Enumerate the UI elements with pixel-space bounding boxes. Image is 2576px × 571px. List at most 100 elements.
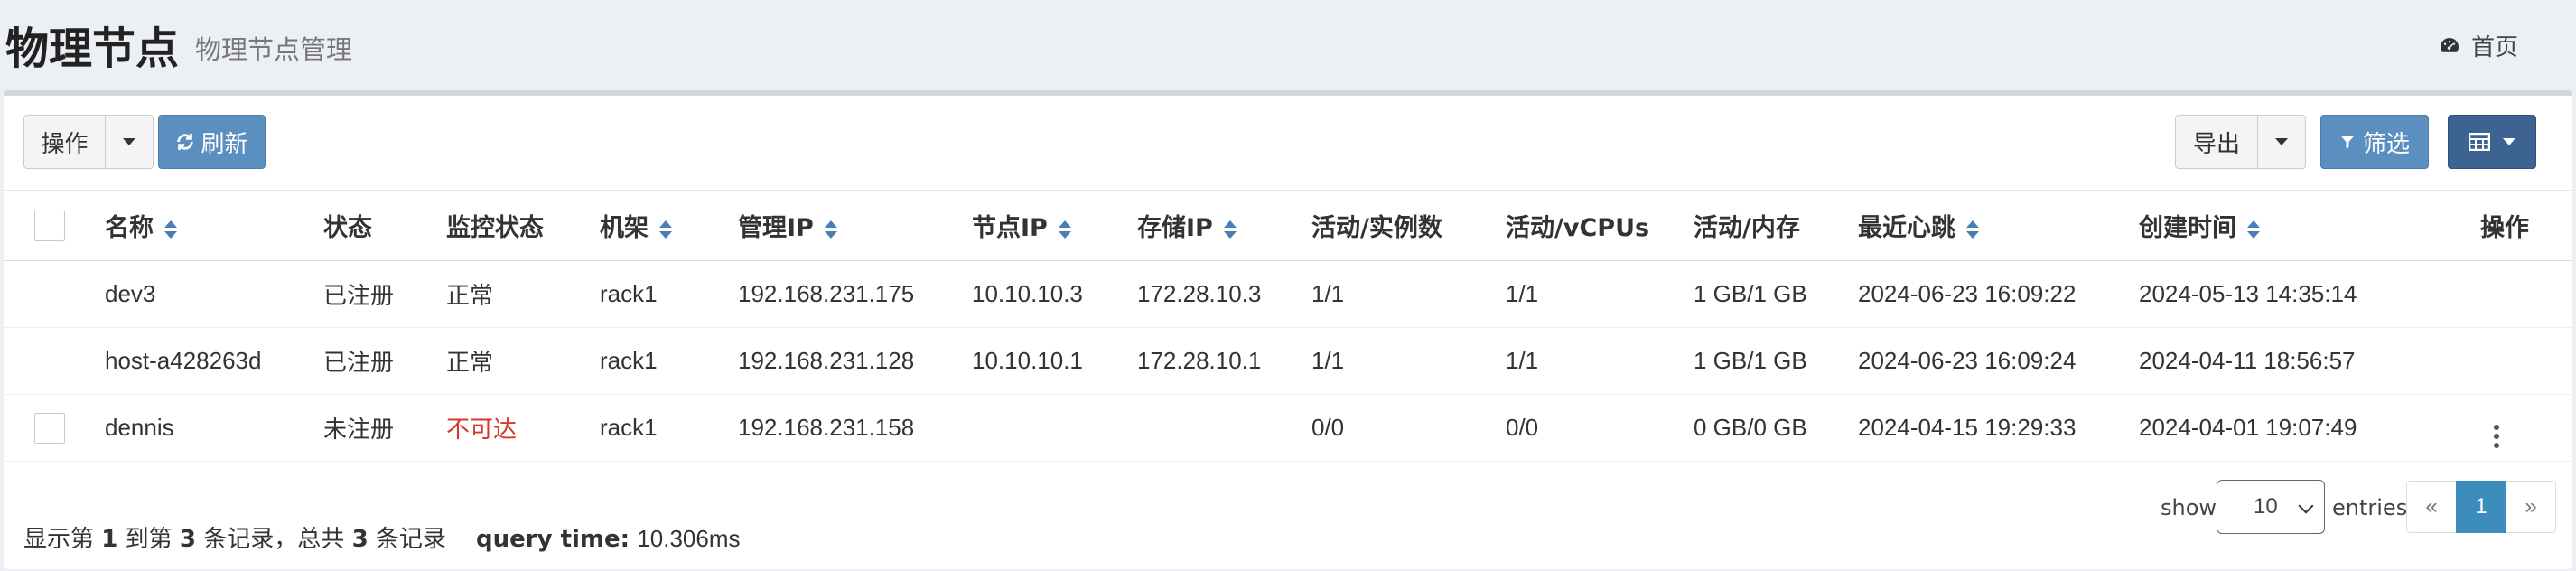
query-time-label: query time: xyxy=(476,526,630,553)
select-all-checkbox[interactable] xyxy=(34,210,65,241)
cell-heartbeat: 2024-06-23 16:09:24 xyxy=(1858,327,2139,395)
cell-actions xyxy=(2392,327,2572,395)
show-label: show xyxy=(2161,495,2217,520)
cell-rack: rack1 xyxy=(600,394,738,462)
more-actions-icon[interactable] xyxy=(2487,424,2506,448)
cell-storage-ip xyxy=(1137,394,1311,462)
row-select-cell xyxy=(4,260,105,328)
cell-monitor: 正常 xyxy=(446,260,600,328)
cell-created: 2024-04-11 18:56:57 xyxy=(2139,327,2392,395)
cell-rack: rack1 xyxy=(600,327,738,395)
cell-mgmt-ip: 192.168.231.128 xyxy=(738,327,972,395)
actions-label: 操作 xyxy=(41,130,89,158)
chevron-down-icon xyxy=(2298,498,2314,514)
row-select-cell xyxy=(4,327,105,395)
column-header-vcpus: 活动/vCPUs xyxy=(1506,190,1694,261)
column-header-storage-ip[interactable]: 存储IP xyxy=(1137,190,1311,261)
cell-heartbeat: 2024-04-15 19:29:33 xyxy=(1858,394,2139,462)
sort-icon[interactable] xyxy=(1058,220,1071,239)
cell-status: 已注册 xyxy=(323,260,446,328)
cell-created: 2024-04-01 19:07:49 xyxy=(2139,394,2392,462)
export-label: 导出 xyxy=(2192,130,2240,158)
filter-label: 筛选 xyxy=(2362,130,2410,158)
column-header-instances: 活动/实例数 xyxy=(1311,190,1506,261)
cell-heartbeat: 2024-06-23 16:09:22 xyxy=(1858,260,2139,328)
breadcrumb-home[interactable]: 首页 xyxy=(2439,29,2518,62)
row-checkbox[interactable] xyxy=(34,412,65,444)
caret-down-icon xyxy=(2503,138,2515,145)
cell-name: dev3 xyxy=(105,260,323,328)
cell-mgmt-ip: 192.168.231.158 xyxy=(738,394,972,462)
row-select-cell xyxy=(4,394,105,462)
actions-dropdown-toggle[interactable] xyxy=(105,115,154,169)
dashboard-icon xyxy=(2440,37,2459,52)
cell-created: 2024-05-13 14:35:14 xyxy=(2139,260,2392,328)
sort-icon[interactable] xyxy=(164,220,177,239)
actions-button[interactable]: 操作 xyxy=(23,115,106,169)
columns-toggle-button[interactable] xyxy=(2448,115,2536,169)
export-button[interactable]: 导出 xyxy=(2175,115,2258,169)
cell-instances: 1/1 xyxy=(1311,260,1506,328)
column-header-memory: 活动/内存 xyxy=(1694,190,1858,261)
table-summary: 显示第 1 到第 3 条记录，总共 3 条记录 query time: 10.3… xyxy=(23,525,741,553)
column-header-name[interactable]: 名称 xyxy=(105,190,323,261)
cell-monitor: 正常 xyxy=(446,327,600,395)
pagination-next[interactable]: » xyxy=(2506,481,2556,533)
cell-vcpus: 1/1 xyxy=(1506,327,1694,395)
home-label: 首页 xyxy=(2470,34,2518,61)
cell-node-ip: 10.10.10.1 xyxy=(972,327,1137,395)
cell-status: 已注册 xyxy=(323,327,446,395)
column-header-mgmt-ip[interactable]: 管理IP xyxy=(738,190,972,261)
table-header-row: 名称 状态 监控状态 机架 管理IP 节点IP 存储IP 活动/实例数 活动/v… xyxy=(4,190,2572,261)
refresh-button[interactable]: 刷新 xyxy=(158,115,266,169)
table-row[interactable]: dennis 未注册 不可达 rack1 192.168.231.158 0/0… xyxy=(4,394,2572,462)
column-header-heartbeat[interactable]: 最近心跳 xyxy=(1858,190,2139,261)
refresh-icon xyxy=(177,133,194,151)
page-size-select[interactable]: 10 xyxy=(2217,480,2325,534)
query-time-value: 10.306ms xyxy=(637,525,741,552)
column-header-node-ip[interactable]: 节点IP xyxy=(972,190,1137,261)
table-row[interactable]: dev3 已注册 正常 rack1 192.168.231.175 10.10.… xyxy=(4,260,2572,328)
column-header-created[interactable]: 创建时间 xyxy=(2139,190,2392,261)
cell-memory: 1 GB/1 GB xyxy=(1694,260,1858,328)
cell-node-ip xyxy=(972,394,1137,462)
entries-label: entries xyxy=(2332,495,2408,520)
page-header: 物理节点 物理节点管理 首页 xyxy=(0,0,2576,89)
cell-memory: 1 GB/1 GB xyxy=(1694,327,1858,395)
sort-icon[interactable] xyxy=(1223,220,1237,239)
cell-node-ip: 10.10.10.3 xyxy=(972,260,1137,328)
cell-name: dennis xyxy=(105,394,323,462)
pagination-prev[interactable]: « xyxy=(2406,481,2457,533)
cell-rack: rack1 xyxy=(600,260,738,328)
sort-icon[interactable] xyxy=(659,220,672,239)
pagination-page-1[interactable]: 1 xyxy=(2456,481,2506,533)
cell-mgmt-ip: 192.168.231.175 xyxy=(738,260,972,328)
cell-actions xyxy=(2392,260,2572,328)
table-row[interactable]: host-a428263d 已注册 正常 rack1 192.168.231.1… xyxy=(4,327,2572,395)
column-header-status: 状态 xyxy=(323,190,446,261)
caret-down-icon xyxy=(2275,138,2288,145)
filter-button[interactable]: 筛选 xyxy=(2320,115,2429,169)
sort-icon[interactable] xyxy=(824,220,837,239)
cell-memory: 0 GB/0 GB xyxy=(1694,394,1858,462)
cell-storage-ip: 172.28.10.1 xyxy=(1137,327,1311,395)
page-size-value: 10 xyxy=(2254,494,2278,519)
page-subtitle: 物理节点管理 xyxy=(195,34,353,65)
cell-actions xyxy=(2392,394,2572,462)
nodes-table: 名称 状态 监控状态 机架 管理IP 节点IP 存储IP 活动/实例数 活动/v… xyxy=(4,190,2572,462)
nodes-panel: 操作 刷新 导出 筛选 名称 状态 监控状态 机架 管理IP 节点IP 存储IP… xyxy=(4,90,2572,569)
cell-vcpus: 0/0 xyxy=(1506,394,1694,462)
cell-vcpus: 1/1 xyxy=(1506,260,1694,328)
cell-status: 未注册 xyxy=(323,394,446,462)
refresh-label: 刷新 xyxy=(201,130,248,158)
cell-instances: 1/1 xyxy=(1311,327,1506,395)
cell-storage-ip: 172.28.10.3 xyxy=(1137,260,1311,328)
filter-icon xyxy=(2340,136,2355,149)
sort-icon[interactable] xyxy=(1966,220,1979,239)
cell-name: host-a428263d xyxy=(105,327,323,395)
cell-monitor: 不可达 xyxy=(446,394,600,462)
column-header-rack[interactable]: 机架 xyxy=(600,190,738,261)
export-dropdown-toggle[interactable] xyxy=(2257,115,2306,169)
sort-icon[interactable] xyxy=(2247,220,2260,239)
table-columns-icon xyxy=(2469,133,2490,151)
